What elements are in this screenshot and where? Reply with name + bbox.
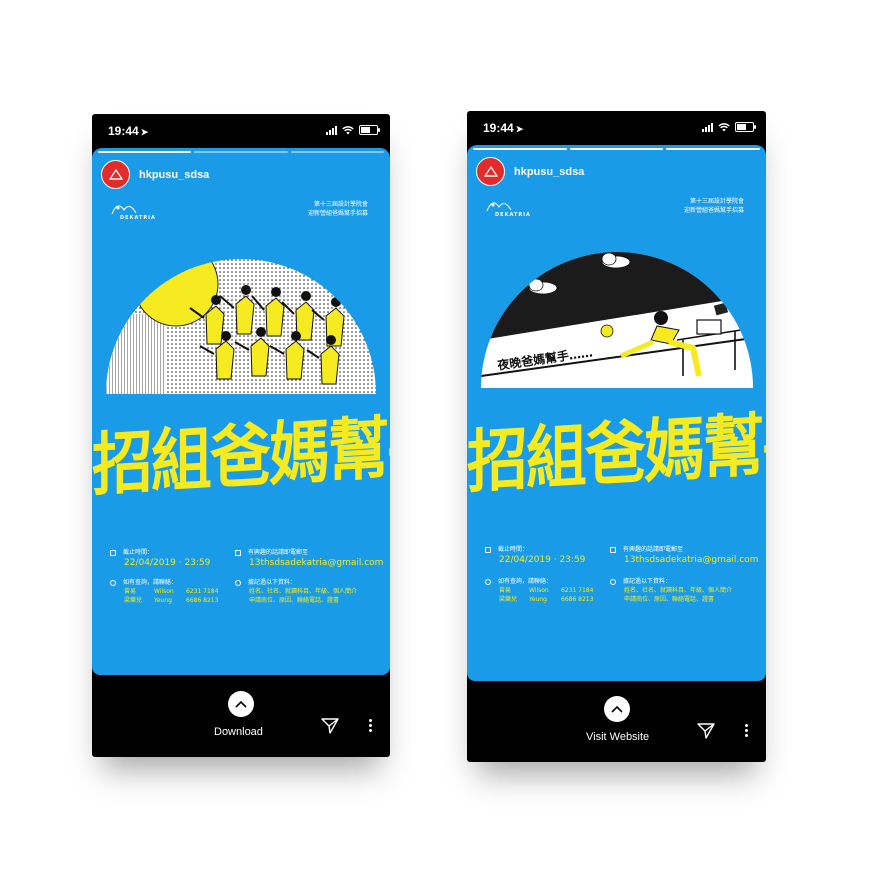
username[interactable]: hkpusu_sdsa — [139, 169, 209, 181]
username[interactable]: hkpusu_sdsa — [514, 166, 584, 178]
swipe-up-button[interactable] — [604, 696, 630, 722]
info-icon — [610, 578, 616, 585]
logo-icon — [483, 165, 498, 177]
contact-row: 曾易 Wilson 6231 7184 — [499, 587, 594, 594]
brand-name: DEKATRIA — [495, 212, 531, 218]
deadline-label: 截止時間： — [498, 546, 529, 553]
status-time: 19:44 ➤ — [108, 124, 149, 138]
status-bar: 19:44 ➤ — [467, 111, 766, 147]
chevron-up-icon — [235, 700, 247, 708]
calendar-icon — [485, 546, 491, 553]
email-value[interactable]: 13thsdsadekatria@gmail.com — [249, 557, 385, 569]
story-profile[interactable]: hkpusu_sdsa — [476, 157, 584, 186]
progress-segment — [98, 151, 192, 153]
battery-icon — [735, 122, 756, 132]
status-time: 19:44 ➤ — [483, 121, 524, 135]
logo-icon — [108, 168, 123, 180]
battery-icon — [359, 125, 380, 135]
phone-left: 19:44 ➤ hkpusu_sdsa DEKATRIA 第十三屆設計學院會 迎新… — [92, 114, 390, 757]
progress-segment — [569, 148, 664, 150]
enquiry-label: 如有查詢，請聯絡： — [498, 578, 553, 585]
location-arrow-icon: ➤ — [140, 127, 149, 137]
email-block: 有興趣的話請即電郵至 13thsdsadekatria@gmail.com — [235, 548, 385, 569]
deadline-value: 22/04/2019 · 23:59 — [499, 555, 586, 565]
email-label: 有興趣的話請即電郵至 — [248, 549, 309, 556]
send-icon[interactable] — [697, 722, 715, 740]
brand-name: DEKATRIA — [120, 215, 156, 221]
story-frame[interactable]: hkpusu_sdsa DEKATRIA 第十三屆設計學院會 迎新營組爸媽幫手招… — [467, 145, 766, 681]
phone-right: 19:44 ➤ hkpusu_sdsa DEKATRIA 第十三屆設計學院會 迎新… — [467, 111, 766, 762]
headline: 招組爸媽幫手 — [92, 405, 390, 506]
visit-website-link[interactable]: Visit Website — [586, 731, 649, 743]
contact-row: 梁樂兒 Yeung 6686 8213 — [124, 597, 219, 604]
fill-block: 據記過以下資料： 姓名、社名、就讀科目、年級、個人簡介 申請崗位、原因、聯絡電話… — [610, 577, 760, 604]
fill-label: 據記過以下資料： — [248, 579, 297, 586]
progress-segment — [473, 148, 567, 150]
enquiry-label: 如有查詢，請聯絡： — [123, 579, 178, 586]
chevron-up-icon — [611, 705, 623, 713]
info-icon — [235, 579, 241, 586]
progress-segment — [666, 148, 761, 150]
avatar[interactable] — [101, 160, 130, 189]
mail-icon — [235, 549, 241, 556]
cellular-signal-icon — [702, 122, 713, 132]
fill-line: 申請崗位、原因、聯絡電話、證書 — [249, 597, 340, 604]
org-title: 第十三屆設計學院會 迎新營組爸媽幫手招募 — [684, 197, 744, 215]
download-link[interactable]: Download — [214, 726, 263, 738]
story-footer: Visit Website — [467, 680, 766, 762]
contact-row: 曾易 Wilson 6231 7184 — [124, 588, 219, 595]
location-arrow-icon: ➤ — [515, 124, 524, 134]
brand-logo: DEKATRIA — [110, 201, 155, 221]
enquiry-block: 如有查詢，請聯絡： 曾易 Wilson 6231 7184 梁樂兒 Yeung 6686… — [110, 578, 230, 605]
phone-icon — [110, 579, 116, 586]
email-label: 有興趣的話請即電郵至 — [623, 546, 684, 553]
contact-row: 梁樂兒 Yeung 6686 8213 — [499, 596, 594, 603]
headline: 招組爸媽幫手 — [467, 402, 766, 503]
fill-block: 據記過以下資料： 姓名、社名、就讀科目、年級、個人簡介 申請崗位、原因、聯絡電話… — [235, 578, 385, 605]
swipe-up-button[interactable] — [228, 691, 254, 717]
mail-icon — [610, 546, 616, 553]
fill-line: 姓名、社名、就讀科目、年級、個人簡介 — [249, 588, 358, 595]
deadline-label: 截止時間： — [123, 549, 154, 556]
more-options-icon[interactable] — [744, 724, 748, 737]
send-icon[interactable] — [321, 717, 339, 735]
dancers-illustration — [106, 259, 376, 394]
deadline-block: 截止時間： 22/04/2019 · 23:59 — [485, 545, 595, 566]
phone-icon — [485, 578, 491, 585]
org-title: 第十三屆設計學院會 迎新營組爸媽幫手招募 — [308, 200, 368, 218]
cellular-signal-icon — [326, 125, 337, 135]
story-progress — [98, 151, 384, 153]
deadline-block: 截止時間： 22/04/2019 · 23:59 — [110, 548, 220, 569]
fill-line: 姓名、社名、就讀科目、年級、個人簡介 — [624, 587, 733, 594]
calendar-icon — [110, 549, 116, 556]
avatar[interactable] — [476, 157, 505, 186]
status-bar: 19:44 ➤ — [92, 114, 390, 150]
wifi-icon — [342, 125, 354, 134]
deadline-value: 22/04/2019 · 23:59 — [124, 558, 211, 568]
progress-segment — [194, 151, 288, 153]
dekatria-logo-icon — [486, 202, 512, 212]
email-value[interactable]: 13thsdsadekatria@gmail.com — [624, 554, 760, 566]
org-line: 迎新營組爸媽幫手招募 — [683, 207, 744, 214]
org-line: 迎新營組爸媽幫手招募 — [307, 210, 368, 217]
brand-logo: DEKATRIA — [485, 198, 530, 218]
story-profile[interactable]: hkpusu_sdsa — [101, 160, 209, 189]
story-footer: Download — [92, 675, 390, 757]
story-frame[interactable]: hkpusu_sdsa DEKATRIA 第十三屆設計學院會 迎新營組爸媽幫手招… — [92, 148, 390, 675]
story-progress — [473, 148, 761, 150]
progress-segment — [290, 151, 384, 153]
fill-line: 申請崗位、原因、聯絡電話、證書 — [624, 596, 715, 603]
more-options-icon[interactable] — [368, 719, 372, 732]
fill-label: 據記過以下資料： — [623, 578, 672, 585]
email-block: 有興趣的話請即電郵至 13thsdsadekatria@gmail.com — [610, 545, 760, 566]
org-line: 第十三屆設計學院會 — [313, 201, 368, 208]
org-line: 第十三屆設計學院會 — [689, 198, 744, 205]
dekatria-logo-icon — [111, 205, 137, 215]
enquiry-block: 如有查詢，請聯絡： 曾易 Wilson 6231 7184 梁樂兒 Yeung 6686… — [485, 577, 605, 604]
wifi-icon — [718, 122, 730, 131]
